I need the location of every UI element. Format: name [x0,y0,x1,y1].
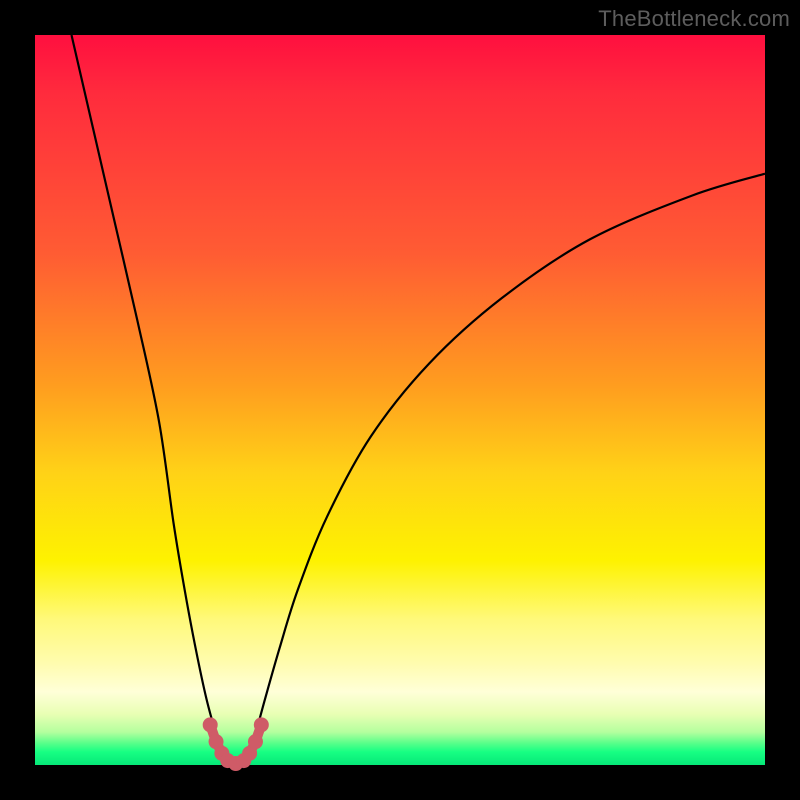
valley-beads [203,717,269,771]
curve-right-branch [248,174,765,758]
valley-bead [248,734,263,749]
valley-bead [254,717,269,732]
chart-frame: TheBottleneck.com [0,0,800,800]
valley-bead [203,717,218,732]
curve-left-branch [72,35,224,758]
watermark-text: TheBottleneck.com [598,6,790,32]
curve-layer [35,35,765,765]
plot-area [35,35,765,765]
